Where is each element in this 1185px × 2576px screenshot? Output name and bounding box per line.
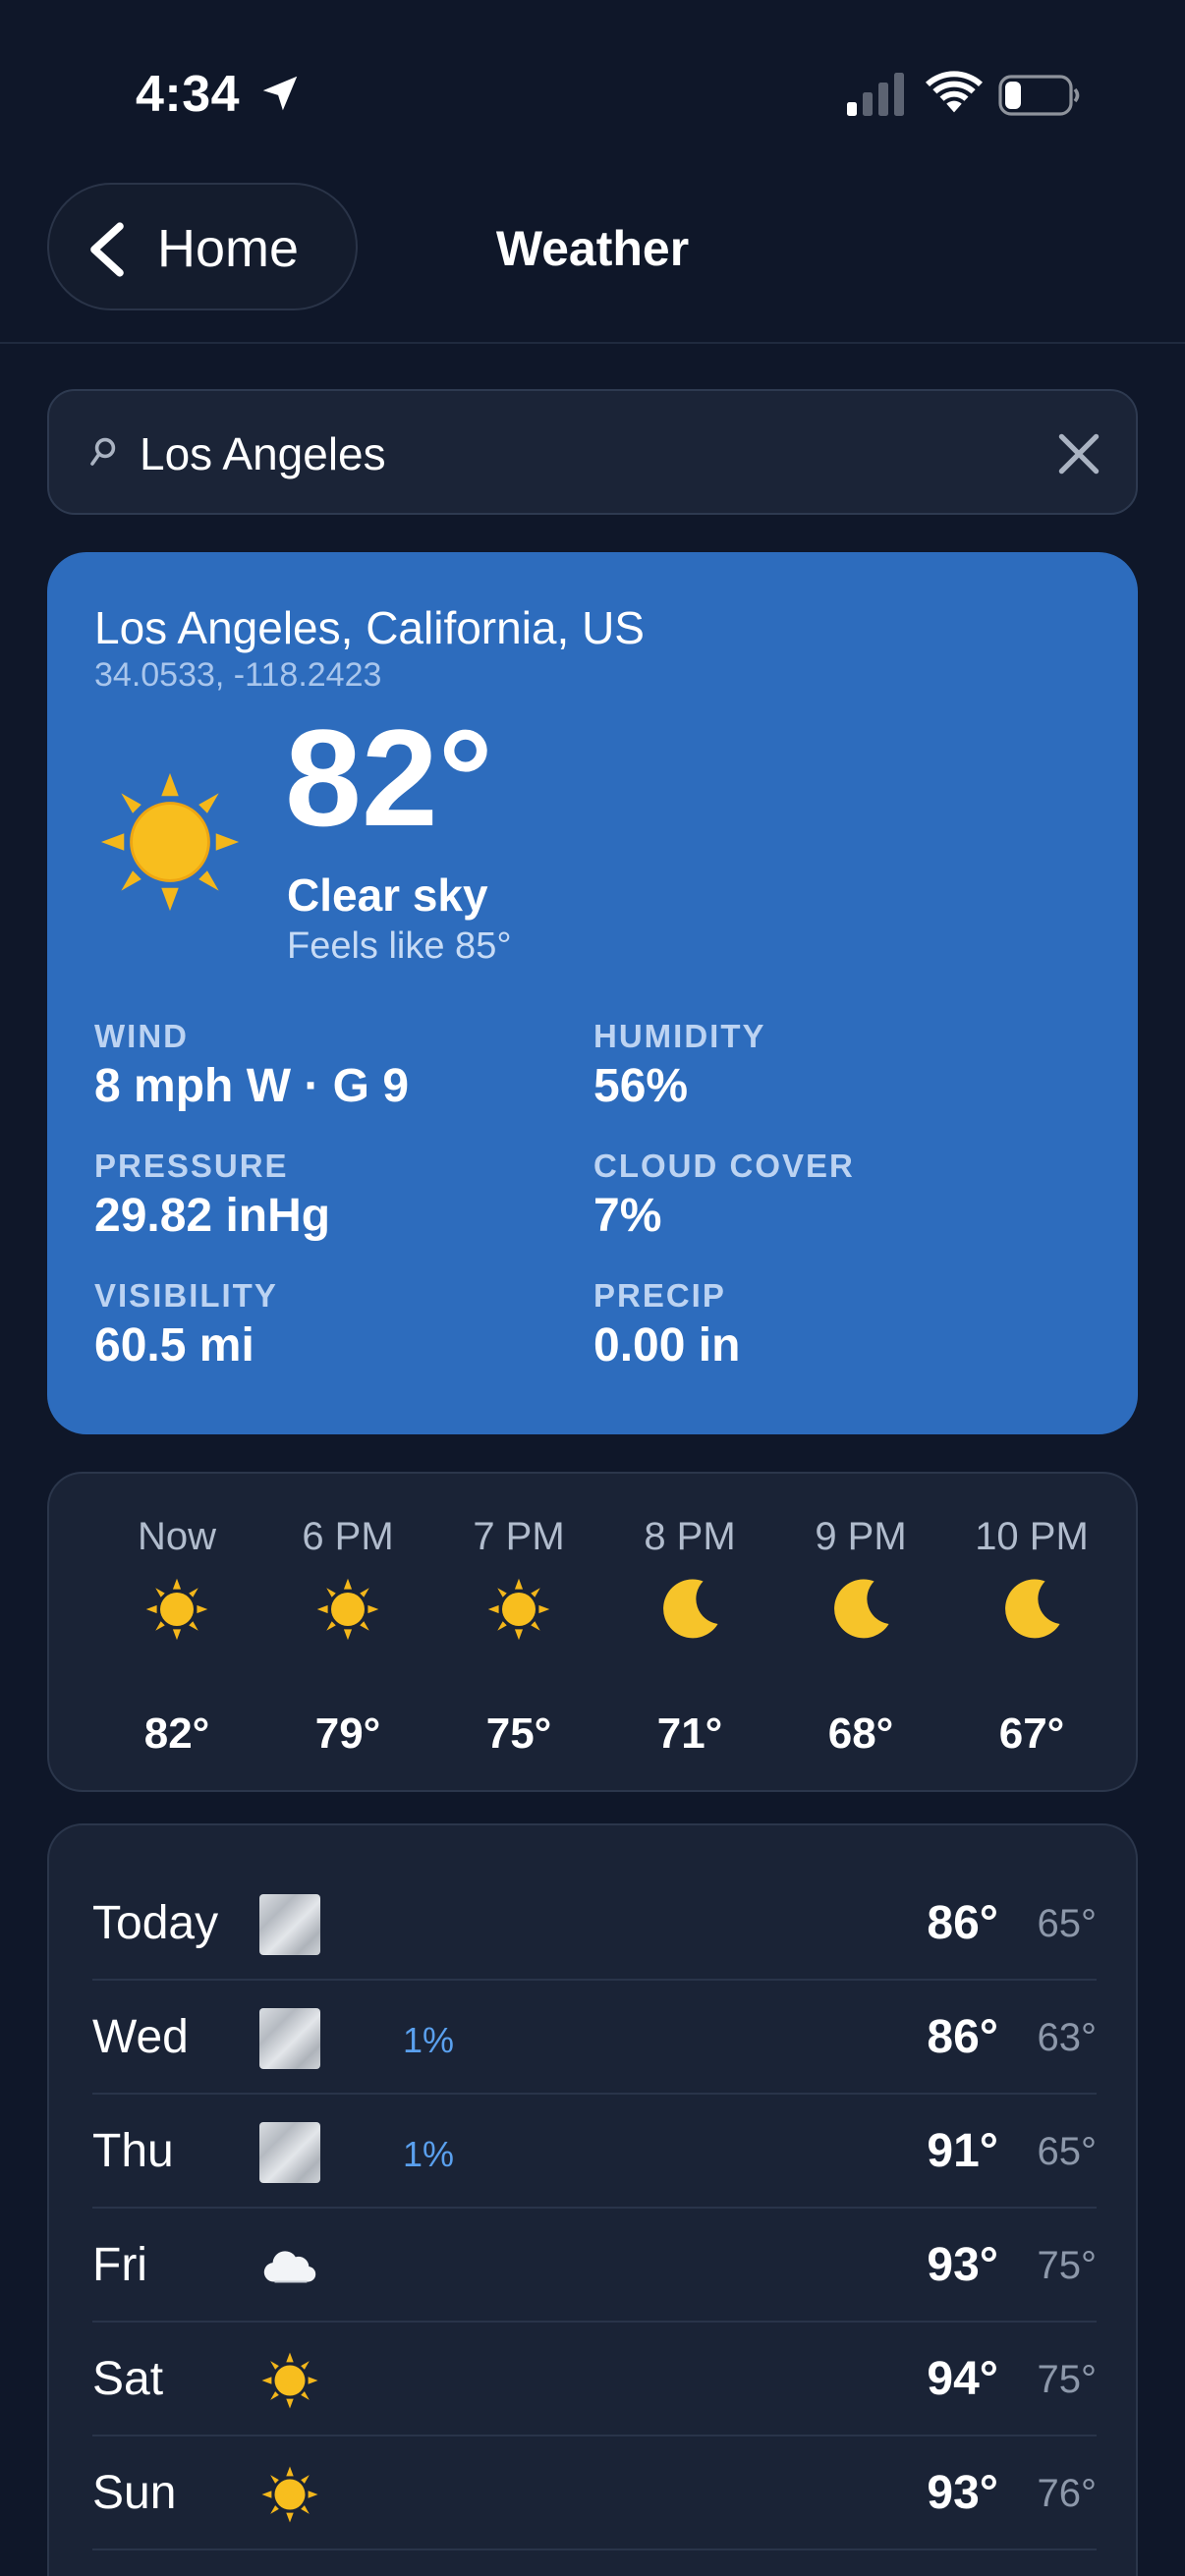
- day-low: 75°: [1037, 2358, 1098, 2401]
- hour-label: 9 PM: [815, 1515, 907, 1558]
- metric-value: 8 mph W · G 9: [94, 1060, 410, 1112]
- hour-label: Now: [137, 1515, 217, 1558]
- location-name: Los Angeles, California, US: [94, 602, 645, 653]
- metric-pressure: PRESSURE 29.82 inHg: [94, 1148, 546, 1243]
- day-low: 65°: [1037, 1902, 1098, 1945]
- battery-icon: [998, 75, 1080, 116]
- sun-icon: [316, 1578, 379, 1641]
- hourly-forecast[interactable]: Now 82° 6 PM 79° 7 PM 75° 8 PM 71° 9 PM …: [47, 1472, 1138, 1792]
- metric-wind: WIND 8 mph W · G 9: [94, 1018, 546, 1113]
- hourly-item: 9 PM 68°: [782, 1474, 939, 1794]
- location-arrow-icon: [262, 76, 298, 111]
- hour-label: 6 PM: [302, 1515, 394, 1558]
- hour-temp: 71°: [656, 1709, 723, 1758]
- current-temperature: 82°: [285, 700, 493, 855]
- day-low: 76°: [1037, 2472, 1098, 2515]
- cloud-icon: [263, 2251, 316, 2283]
- day-high: 93°: [927, 2239, 998, 2291]
- day-low: 75°: [1037, 2244, 1098, 2287]
- page-title: Weather: [495, 221, 690, 276]
- daily-row[interactable]: Fri 93° 75°: [92, 2209, 1097, 2323]
- current-weather-card: Los Angeles, California, US 34.0533, -11…: [47, 552, 1138, 1434]
- metric-label: VISIBILITY: [94, 1277, 278, 1314]
- metric-value: 0.00 in: [593, 1319, 741, 1372]
- metric-visibility: VISIBILITY 60.5 mi: [94, 1277, 546, 1372]
- daily-forecast: Today 86° 65° Wed 1% 86° 63° Thu 1% 91° …: [47, 1823, 1138, 2576]
- metric-value: 56%: [593, 1060, 689, 1112]
- day-high: 86°: [927, 2011, 998, 2063]
- day-name: Thu: [92, 2125, 174, 2177]
- moon-icon: [834, 1579, 889, 1639]
- hour-label: 7 PM: [473, 1515, 565, 1558]
- hour-label: 8 PM: [644, 1515, 736, 1558]
- day-name: Fri: [92, 2239, 147, 2291]
- day-high: 94°: [927, 2353, 998, 2405]
- metric-value: 7%: [593, 1190, 662, 1242]
- fog-icon: [259, 2122, 320, 2183]
- metric-value: 60.5 mi: [94, 1319, 254, 1372]
- search-input[interactable]: [140, 417, 985, 491]
- location-coordinates: 34.0533, -118.2423: [94, 656, 382, 694]
- cellular-signal-icon: [847, 73, 904, 116]
- hour-label: 10 PM: [975, 1515, 1089, 1558]
- daily-row[interactable]: Thu 1% 91° 65°: [92, 2095, 1097, 2209]
- hourly-item: 7 PM 75°: [440, 1474, 597, 1794]
- metric-humidity: HUMIDITY 56%: [593, 1018, 1045, 1113]
- hourly-item: 6 PM 79°: [269, 1474, 426, 1794]
- day-precip: 1%: [403, 2134, 455, 2174]
- search-icon: [90, 437, 116, 466]
- fog-icon: [259, 2008, 320, 2069]
- current-condition: Clear sky: [287, 869, 488, 921]
- hour-temp: 68°: [827, 1709, 894, 1758]
- status-bar: 4:34: [0, 0, 1185, 187]
- hour-temp: 79°: [314, 1709, 381, 1758]
- status-time: 4:34: [136, 66, 241, 123]
- hourly-item: Now 82°: [98, 1474, 255, 1794]
- weather-screen: 4:34 Home Weather Los Angeles Los Angele…: [0, 0, 1185, 2576]
- hourly-item: 10 PM 67°: [953, 1474, 1110, 1794]
- day-high: 86°: [927, 1897, 998, 1949]
- sun-icon: [261, 2466, 318, 2523]
- day-high: 91°: [927, 2125, 998, 2177]
- metric-label: WIND: [94, 1018, 189, 1054]
- day-precip: 1%: [403, 2020, 455, 2060]
- hour-temp: 67°: [998, 1709, 1065, 1758]
- metric-label: PRESSURE: [94, 1148, 289, 1184]
- sun-icon: [261, 2352, 318, 2409]
- moon-icon: [1005, 1579, 1060, 1639]
- day-name: Wed: [92, 2011, 189, 2063]
- daily-row[interactable]: Sat 94° 75°: [92, 2323, 1097, 2436]
- day-name: Sat: [92, 2353, 164, 2405]
- day-low: 65°: [1037, 2130, 1098, 2173]
- feels-like: Feels like 85°: [287, 925, 512, 967]
- metric-label: CLOUD COVER: [593, 1148, 855, 1184]
- back-button-label: Home: [157, 219, 300, 278]
- daily-row[interactable]: Wed 1% 86° 63°: [92, 1981, 1097, 2095]
- sun-icon: [100, 772, 240, 912]
- daily-row[interactable]: Today 86° 65°: [92, 1867, 1097, 1981]
- sun-icon: [487, 1578, 550, 1641]
- chevron-left-icon: [90, 222, 124, 277]
- sun-icon: [145, 1578, 208, 1641]
- search-box[interactable]: [47, 389, 1138, 515]
- back-home-button[interactable]: Home: [47, 183, 358, 310]
- wifi-icon: [926, 71, 983, 113]
- moon-icon: [663, 1579, 718, 1639]
- metric-value: 29.82 inHg: [94, 1190, 331, 1242]
- hour-temp: 82°: [143, 1709, 210, 1758]
- hourly-item: 8 PM 71°: [611, 1474, 768, 1794]
- day-name: Sun: [92, 2467, 177, 2519]
- navigation-bar: Home Weather: [0, 183, 1185, 344]
- day-high: 93°: [927, 2467, 998, 2519]
- metric-precip: PRECIP 0.00 in: [593, 1277, 1045, 1372]
- metric-label: PRECIP: [593, 1277, 726, 1314]
- day-low: 63°: [1037, 2016, 1098, 2059]
- daily-row[interactable]: Sun 93° 76°: [92, 2436, 1097, 2550]
- hour-temp: 75°: [485, 1709, 552, 1758]
- day-name: Today: [92, 1897, 219, 1949]
- clear-search-icon[interactable]: [1057, 432, 1100, 476]
- fog-icon: [259, 1894, 320, 1955]
- metric-cloud-cover: CLOUD COVER 7%: [593, 1148, 1045, 1243]
- metric-label: HUMIDITY: [593, 1018, 766, 1054]
